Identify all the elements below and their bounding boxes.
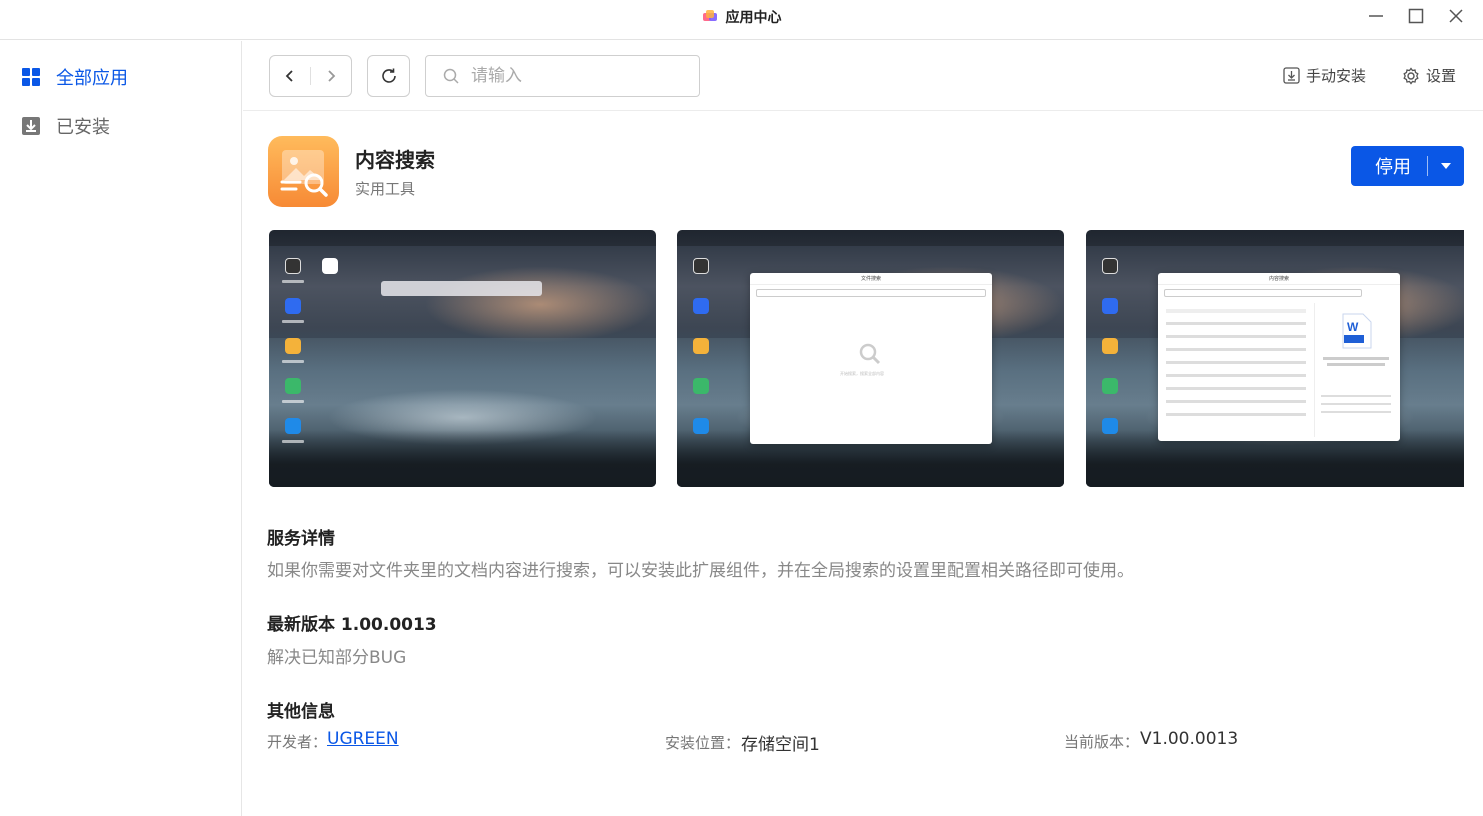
folder-icon: [1102, 298, 1118, 314]
desktop-app-label: [282, 280, 304, 283]
notes-icon: [1102, 338, 1118, 354]
folder-icon: [693, 298, 709, 314]
sidebar: 全部应用 已安装: [0, 41, 242, 816]
window-title: 应用中心: [725, 10, 782, 26]
desktop-app-icon: [693, 258, 709, 274]
refresh-button[interactable]: [367, 55, 410, 97]
download-box-icon: [22, 117, 40, 135]
search-input[interactable]: [471, 66, 671, 86]
mini-preview-pane: W: [1314, 303, 1396, 437]
chevron-right-icon: [328, 70, 336, 82]
screenshot-3[interactable]: 内容搜索 W: [1086, 230, 1464, 487]
manual-install-label: 手动安装: [1306, 67, 1367, 85]
screenshot-1[interactable]: [269, 230, 656, 487]
version-notes: 解决已知部分BUG: [267, 648, 407, 668]
word-doc-icon: W: [1342, 313, 1372, 349]
refresh-icon: [381, 68, 396, 83]
photos-icon: [1102, 418, 1118, 434]
more-actions-dropdown[interactable]: [1428, 162, 1464, 170]
disable-button[interactable]: 停用: [1351, 146, 1464, 186]
toolbar: 手动安装 设置: [243, 41, 1483, 111]
current-version-label: 当前版本：: [1064, 733, 1140, 751]
content-search-app-icon: [268, 136, 339, 207]
gear-icon: [1403, 66, 1419, 85]
app-center-logo-icon: [702, 9, 718, 25]
desktop-app-icon: [285, 258, 301, 274]
disable-button-label: 停用: [1375, 157, 1411, 178]
mini-window-hint: 开始搜索，搜索全部内容: [840, 371, 884, 376]
notes-icon: [693, 338, 709, 354]
mini-window-search: [1164, 289, 1362, 297]
mini-search-bar: [381, 281, 542, 296]
manual-install-icon: [1283, 67, 1300, 84]
search-icon: [443, 68, 459, 84]
desktop-app-icon: [1102, 258, 1118, 274]
install-location-label: 安装位置：: [665, 734, 741, 752]
close-button[interactable]: [1444, 4, 1468, 28]
install-location-value: 存储空间1: [741, 735, 820, 755]
download-icon: [693, 378, 709, 394]
close-icon: [1449, 9, 1463, 23]
download-icon: [1102, 378, 1118, 394]
app-name: 内容搜索: [355, 148, 435, 172]
desktop-topbar: [269, 230, 656, 246]
mini-window-search: [756, 289, 986, 297]
desktop-topbar: [1086, 230, 1464, 246]
chevron-left-icon: [285, 70, 293, 82]
service-details-title: 服务详情: [267, 529, 335, 549]
developer-label: 开发者：: [267, 733, 328, 751]
app-category: 实用工具: [355, 180, 416, 198]
photos-icon: [285, 418, 301, 434]
screenshot-2[interactable]: 文件搜索 开始搜索，搜索全部内容: [677, 230, 1064, 487]
grid-icon: [22, 68, 40, 86]
current-version-value: V1.00.0013: [1140, 729, 1239, 749]
mini-results-window: 内容搜索 W: [1158, 273, 1400, 441]
title-bar: 应用中心: [0, 0, 1483, 40]
settings-label: 设置: [1426, 67, 1457, 85]
screenshot-gallery: 文件搜索 开始搜索，搜索全部内容 内容搜索 W: [269, 230, 1464, 487]
desktop-app-label: [282, 320, 304, 323]
svg-text:W: W: [1347, 320, 1359, 334]
window-title-area: 应用中心: [0, 0, 1483, 34]
other-info-title: 其他信息: [267, 702, 335, 722]
minimize-icon: [1369, 15, 1383, 17]
photos-icon: [693, 418, 709, 434]
desktop-topbar: [677, 230, 1064, 246]
desktop-app-label: [282, 440, 304, 443]
content-search-desktop-icon: [322, 258, 338, 274]
minimize-button[interactable]: [1364, 4, 1388, 28]
notes-icon: [285, 338, 301, 354]
manual-install-button[interactable]: 手动安装: [1283, 65, 1366, 86]
maximize-icon: [1408, 8, 1424, 24]
latest-version-title: 最新版本 1.00.0013: [267, 615, 437, 635]
sidebar-item-installed[interactable]: 已安装: [22, 111, 110, 141]
sidebar-item-all-apps[interactable]: 全部应用: [22, 62, 128, 92]
nav-button-group: [269, 55, 352, 97]
desktop-app-label: [282, 360, 304, 363]
developer-link[interactable]: UGREEN: [327, 729, 399, 749]
folder-icon: [285, 298, 301, 314]
download-icon: [285, 378, 301, 394]
mini-window-title: 文件搜索: [750, 273, 992, 285]
mini-magnifier-icon: [859, 343, 881, 365]
mini-results-list: [1166, 309, 1306, 416]
search-box[interactable]: [425, 55, 700, 97]
desktop-app-label: [282, 400, 304, 403]
mini-search-window: 文件搜索 开始搜索，搜索全部内容: [750, 273, 992, 444]
mini-window-title: 内容搜索: [1158, 273, 1400, 285]
sidebar-item-label: 已安装: [56, 117, 110, 138]
sidebar-item-label: 全部应用: [56, 68, 128, 89]
maximize-button[interactable]: [1404, 4, 1428, 28]
service-details-text: 如果你需要对文件夹里的文档内容进行搜索，可以安装此扩展组件，并在全局搜索的设置里…: [267, 561, 1134, 581]
settings-button[interactable]: 设置: [1402, 65, 1456, 86]
back-button[interactable]: [270, 56, 310, 96]
forward-button[interactable]: [311, 56, 351, 96]
caret-down-icon: [1441, 163, 1451, 169]
